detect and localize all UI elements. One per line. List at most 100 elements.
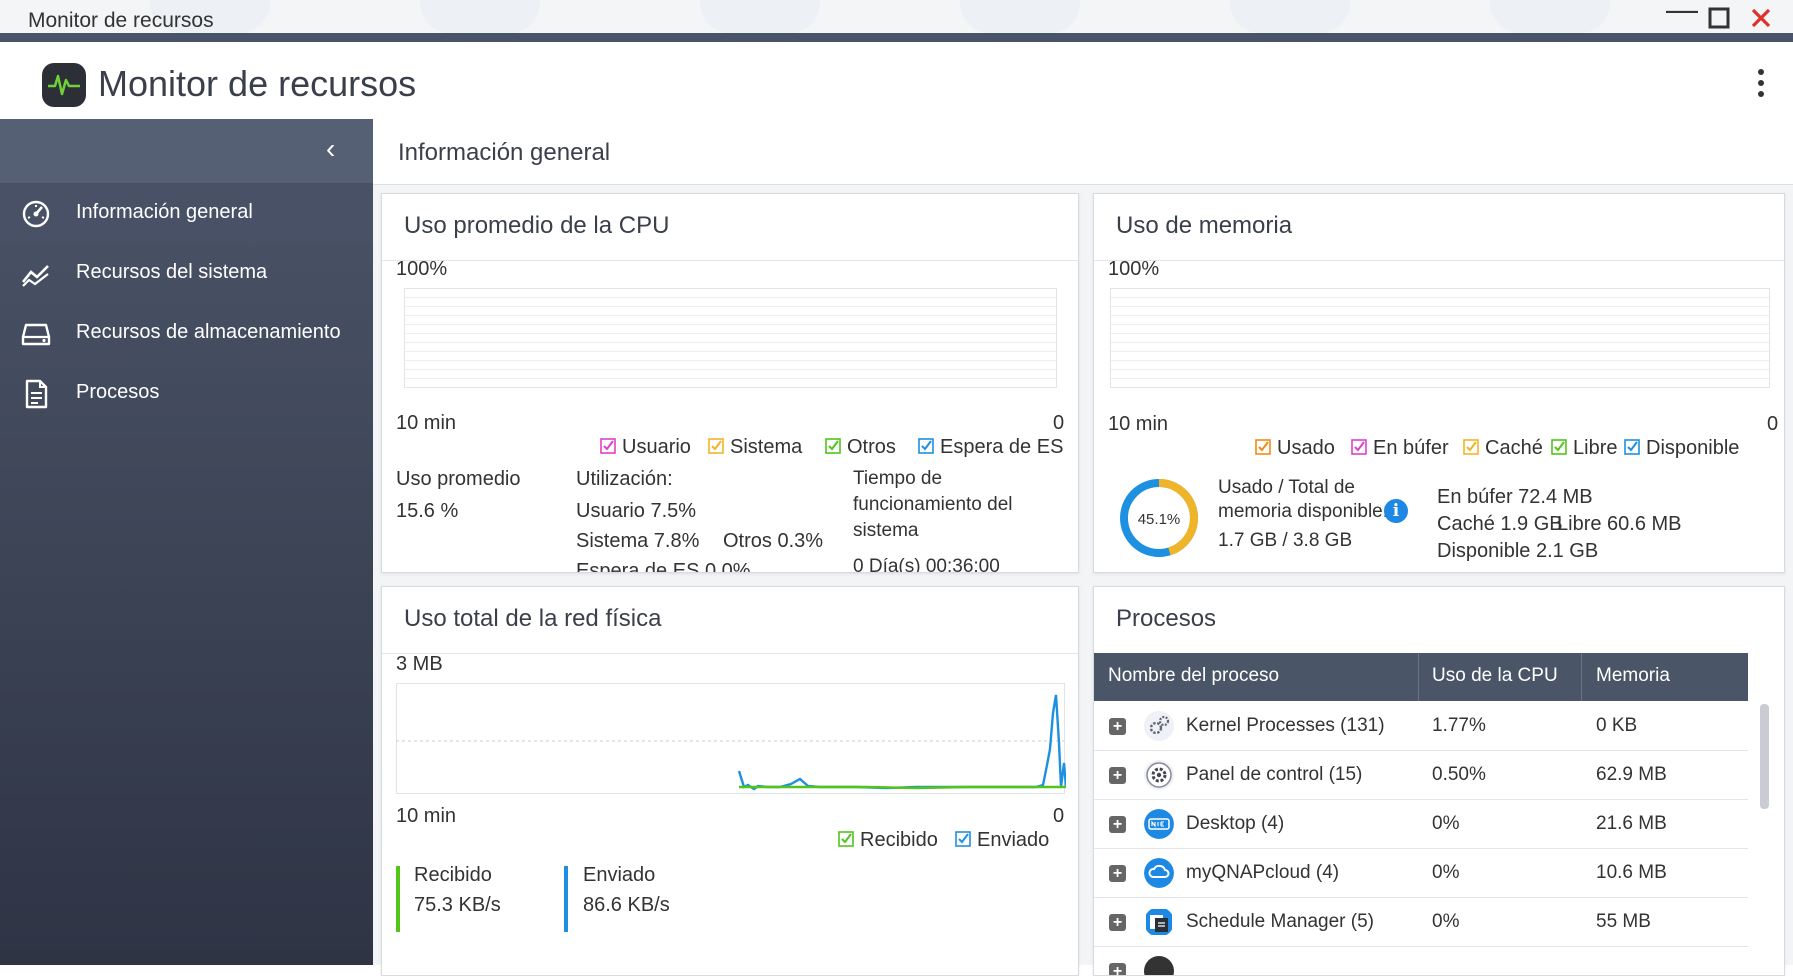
legend-buffer[interactable]: En búfer bbox=[1351, 437, 1449, 460]
document-icon bbox=[25, 379, 48, 409]
resource-monitor-logo-icon bbox=[42, 63, 86, 107]
memory-chart-y-max: 100% bbox=[1108, 258, 1160, 280]
memory-chart-x-start: 10 min bbox=[1108, 413, 1169, 435]
process-memory: 55 MB bbox=[1596, 911, 1651, 932]
process-cpu: 0.50% bbox=[1432, 764, 1486, 785]
checkbox-icon bbox=[1624, 439, 1640, 455]
uptime-label-line-2: funcionamiento del bbox=[853, 494, 1013, 515]
memory-chart-x-end: 0 bbox=[1767, 413, 1779, 435]
qne-icon bbox=[1144, 809, 1174, 839]
process-name: Panel de control (15) bbox=[1186, 764, 1363, 785]
column-header-cpu[interactable]: Uso de la CPU bbox=[1432, 665, 1558, 687]
cpu-chart-area bbox=[404, 288, 1057, 388]
more-options-icon[interactable] bbox=[1755, 69, 1767, 105]
line-chart-icon bbox=[21, 265, 49, 287]
collapse-sidebar-button[interactable]: ‹ bbox=[0, 119, 373, 183]
process-memory: 21.6 MB bbox=[1596, 813, 1667, 834]
cpu-utilization-label: Utilización: bbox=[576, 468, 673, 490]
checkbox-icon bbox=[600, 438, 616, 454]
checkbox-icon bbox=[838, 831, 854, 847]
card-title: Uso promedio de la CPU bbox=[404, 212, 670, 239]
legend-user[interactable]: Usuario bbox=[600, 436, 691, 459]
memory-available: Disponible 2.1 GB bbox=[1437, 540, 1599, 562]
sidebar-item-storage-resources[interactable]: Recursos de almacenamiento bbox=[0, 303, 373, 363]
chevron-left-icon: ‹ bbox=[326, 133, 336, 164]
gears-icon bbox=[1144, 711, 1174, 741]
process-name: Kernel Processes (131) bbox=[1186, 715, 1385, 736]
sidebar: ‹ Información general Recursos del siste… bbox=[0, 119, 373, 965]
received-indicator-bar bbox=[396, 866, 400, 932]
checkbox-icon bbox=[1463, 439, 1479, 455]
table-row[interactable]: + Kernel Processes (131) 1.77% 0 KB bbox=[1094, 702, 1748, 751]
cpu-average-label: Uso promedio bbox=[396, 468, 521, 490]
expand-icon[interactable]: + bbox=[1109, 914, 1126, 931]
expand-icon[interactable]: + bbox=[1109, 816, 1126, 833]
window-title: Monitor de recursos bbox=[28, 9, 214, 32]
column-header-memory[interactable]: Memoria bbox=[1596, 665, 1670, 687]
process-name: Schedule Manager (5) bbox=[1186, 911, 1374, 932]
checkbox-icon bbox=[708, 438, 724, 454]
memory-chart-area bbox=[1110, 288, 1770, 388]
process-name: myQNAPcloud (4) bbox=[1186, 862, 1340, 883]
expand-icon[interactable]: + bbox=[1109, 767, 1126, 784]
table-row[interactable]: + Schedule Manager (5) 0% 55 MB bbox=[1094, 898, 1748, 947]
legend-system[interactable]: Sistema bbox=[708, 436, 802, 459]
minimize-button[interactable]: — bbox=[1666, 0, 1698, 25]
process-memory: 0 KB bbox=[1596, 715, 1638, 736]
process-name: Desktop (4) bbox=[1186, 813, 1285, 834]
legend-used[interactable]: Usado bbox=[1255, 437, 1335, 460]
background-app-tiles bbox=[0, 0, 1793, 33]
card-title: Uso total de la red física bbox=[404, 605, 662, 632]
sidebar-item-label: Información general bbox=[76, 201, 253, 223]
process-memory: 62.9 MB bbox=[1596, 764, 1667, 785]
legend-free[interactable]: Libre bbox=[1551, 437, 1617, 460]
memory-free: Libre 60.6 MB bbox=[1557, 513, 1682, 535]
memory-used-value: 1.7 GB / 3.8 GB bbox=[1218, 530, 1353, 551]
network-usage-card: Uso total de la red física 3 MB 10 min 0… bbox=[381, 586, 1079, 976]
cpu-chart-x-start: 10 min bbox=[396, 412, 457, 434]
legend-sent[interactable]: Enviado bbox=[955, 829, 1049, 852]
checkbox-icon bbox=[955, 831, 971, 847]
maximize-icon bbox=[1708, 7, 1730, 29]
memory-buffer: En búfer 72.4 MB bbox=[1437, 486, 1593, 508]
checkbox-icon bbox=[918, 438, 934, 454]
sidebar-item-overview[interactable]: Información general bbox=[0, 183, 373, 243]
app-title: Monitor de recursos bbox=[98, 63, 417, 104]
checkbox-icon bbox=[1255, 439, 1271, 455]
close-icon bbox=[1751, 8, 1771, 28]
legend-cache[interactable]: Caché bbox=[1463, 437, 1543, 460]
expand-icon[interactable]: + bbox=[1109, 718, 1126, 735]
column-header-process-name[interactable]: Nombre del proceso bbox=[1108, 665, 1279, 687]
checkbox-icon bbox=[1351, 439, 1367, 455]
process-cpu: 1.77% bbox=[1432, 715, 1486, 736]
table-scrollbar[interactable] bbox=[1760, 704, 1769, 809]
legend-available[interactable]: Disponible bbox=[1624, 437, 1739, 460]
page-title: Información general bbox=[398, 139, 611, 166]
table-row[interactable]: + Desktop (4) 0% 21.6 MB bbox=[1094, 800, 1748, 849]
checkbox-icon bbox=[825, 438, 841, 454]
cpu-average-value: 15.6 % bbox=[396, 500, 459, 522]
os-window-bar: Monitor de recursos — bbox=[0, 0, 1793, 42]
processes-card: Procesos Nombre del proceso Uso de la CP… bbox=[1093, 586, 1785, 976]
table-row[interactable]: + myQNAPcloud (4) 0% 10.6 MB bbox=[1094, 849, 1748, 898]
network-chart-x-end: 0 bbox=[1053, 805, 1065, 827]
sidebar-item-system-resources[interactable]: Recursos del sistema bbox=[0, 243, 373, 303]
network-chart-area bbox=[396, 683, 1066, 794]
maximize-button[interactable] bbox=[1708, 7, 1730, 34]
received-value: 75.3 KB/s bbox=[414, 894, 501, 916]
expand-icon[interactable]: + bbox=[1109, 865, 1126, 882]
process-cpu: 0% bbox=[1432, 911, 1460, 932]
info-icon[interactable]: i bbox=[1384, 499, 1408, 523]
table-row[interactable]: + bbox=[1094, 947, 1748, 975]
sent-value: 86.6 KB/s bbox=[583, 894, 670, 916]
legend-received[interactable]: Recibido bbox=[838, 829, 938, 852]
close-button[interactable] bbox=[1750, 7, 1772, 34]
uptime-value: 0 Día(s) 00:36:00 bbox=[853, 556, 1000, 573]
legend-io-wait[interactable]: Espera de ES bbox=[918, 436, 1063, 459]
legend-other[interactable]: Otros bbox=[825, 436, 896, 459]
network-chart-y-max: 3 MB bbox=[396, 653, 443, 675]
table-row[interactable]: + Panel de control (15) 0.50% 62.9 MB bbox=[1094, 751, 1748, 800]
memory-cache: Caché 1.9 GB bbox=[1437, 513, 1563, 535]
process-table-header: Nombre del proceso Uso de la CPU Memoria bbox=[1094, 653, 1748, 701]
sidebar-item-processes[interactable]: Procesos bbox=[0, 363, 373, 423]
